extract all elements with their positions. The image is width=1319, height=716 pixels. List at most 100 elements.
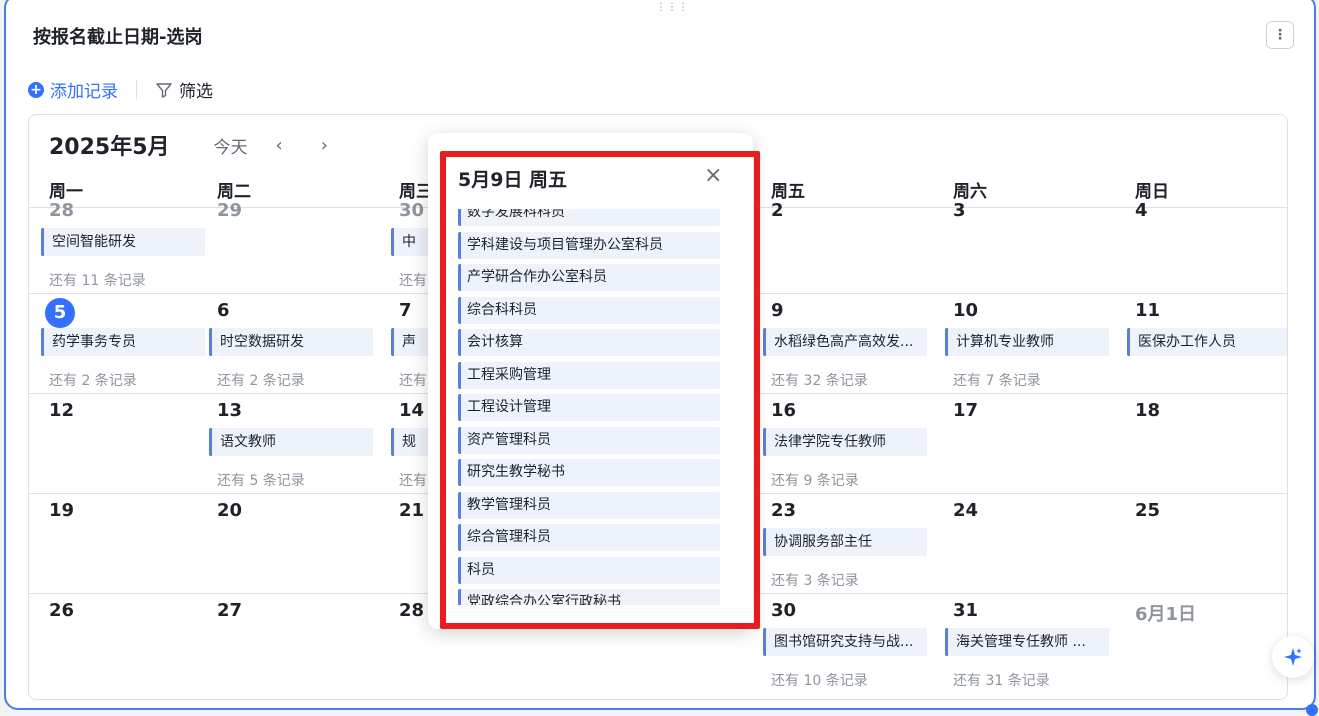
popup-record-item[interactable]: 综合科科员 [458,296,720,324]
day-cell[interactable]: 16 法律学院专任教师还有 9 条记录 [755,394,937,494]
event-chip[interactable]: 法律学院专任教师 [763,428,927,456]
more-records-link[interactable]: 还有 [399,470,427,490]
day-cell[interactable]: 23 协调服务部主任 还有 3 条记录 [755,494,937,594]
day-number: 10 [953,300,979,321]
filter-label: 筛选 [179,82,213,102]
more-records-link[interactable]: 还有 5 条记录 [217,470,305,490]
popup-record-list[interactable]: 数字发展科科员学科建设与项目管理办公室科员 产学研合作办公室科员 综合科科员会计核算… [458,209,724,605]
popup-record-item[interactable]: 教学管理科员 [458,491,720,519]
toolbar-divider [136,79,137,100]
day-cell[interactable]: 5 药学事务专员还有 2 条记录 [33,294,205,394]
event-chip[interactable]: 语文教师 [209,428,373,456]
more-options-button[interactable]: ⋮ [1266,21,1294,49]
day-number: 26 [49,600,75,621]
event-chip[interactable]: 空间智能研发 [41,228,205,256]
day-number: 20 [217,500,243,521]
more-records-link[interactable]: 还有 11 条记录 [49,270,146,290]
day-number: 2 [771,200,784,221]
day-cell[interactable]: 31 海关管理专任教师 ... 还有 31 条记录 [937,594,1119,694]
day-number: 19 [49,500,75,521]
event-chip[interactable]: 计算机专业教师 [945,328,1109,356]
close-icon[interactable]: × [704,163,722,188]
day-number: 5 [45,298,75,328]
day-number: 18 [1135,400,1161,421]
more-records-link[interactable]: 还有 2 条记录 [49,370,137,390]
ai-assistant-button[interactable] [1272,636,1314,678]
event-chip[interactable]: 海关管理专任教师 ... [945,628,1109,656]
event-chip[interactable]: 时空数据研发 [209,328,373,356]
plus-circle-icon: + [28,81,44,98]
day-number: 30 [771,600,797,621]
day-number: 6月1日 [1135,604,1197,625]
popup-record-item[interactable]: 工程设计管理 [458,394,720,421]
day-cell[interactable]: 25 [1119,494,1287,594]
more-records-link[interactable]: 还有 10 条记录 [771,670,868,690]
day-cell[interactable]: 6 时空数据研发 还有 2 条记录 [201,294,383,394]
day-cell[interactable]: 27 [201,594,383,694]
month-title: 2025年5月 [49,135,170,160]
day-number: 16 [771,400,797,421]
more-vertical-icon: ⋮ [1273,27,1287,43]
event-chip[interactable]: 图书馆研究支持与战... [763,628,927,656]
more-records-link[interactable]: 还有 32 条记录 [771,370,868,390]
day-number: 3 [953,200,966,221]
weekday-label: 周五 [771,182,805,202]
popup-record-item[interactable]: 党政综合办公室行政秘书 [458,589,720,605]
day-cell[interactable]: 13 语文教师 还有 5 条记录 [201,394,383,494]
day-cell[interactable]: 19 [33,494,201,594]
day-cell[interactable]: 30 图书馆研究支持与战... 还有 10 条记录 [755,594,937,694]
event-chip[interactable]: 水稻绿色高产高效发... [763,328,927,356]
resize-handle[interactable] [1306,704,1318,716]
day-number: 25 [1135,500,1161,521]
more-records-link[interactable]: 还有 31 条记录 [953,670,1050,690]
day-cell[interactable]: 12 [33,394,201,494]
day-cell[interactable]: 24 [937,494,1119,594]
day-cell[interactable]: 11 医保办工作人员 [1119,294,1287,394]
more-records-link[interactable]: 还有 [399,370,427,390]
calendar-header: 2025年5月 今天 ‹ › [49,129,328,161]
day-cell[interactable]: 10 计算机专业教师还有 7 条记录 [937,294,1119,394]
prev-month-icon[interactable]: ‹ [276,135,283,156]
day-cell[interactable]: 17 [937,394,1119,494]
day-number: 30 [399,200,425,221]
sparkle-icon [1284,648,1302,666]
day-number: 4 [1135,200,1148,221]
event-chip[interactable]: 协调服务部主任 [763,528,927,556]
event-chip[interactable]: 药学事务专员 [41,328,205,356]
more-records-link[interactable]: 还有 2 条记录 [217,370,305,390]
more-records-link[interactable]: 还有 7 条记录 [953,370,1041,390]
day-cell[interactable]: 6月1日 [1119,594,1287,694]
more-records-link[interactable]: 还有 9 条记录 [771,470,859,490]
weekday-label: 周六 [953,182,987,202]
day-number: 21 [399,500,425,521]
add-record-label: 添加记录 [50,82,118,102]
event-chip[interactable]: 医保办工作人员 [1127,328,1287,356]
day-cell[interactable]: 20 [201,494,383,594]
popup-record-item[interactable]: 综合管理科员 [458,524,720,551]
day-cell[interactable]: 9 水稻绿色高产高效发... 还有 32 条记录 [755,294,937,394]
day-number: 12 [49,400,75,421]
day-number: 27 [217,600,243,621]
day-number: 14 [399,400,425,421]
popup-record-item[interactable]: 工程采购管理 [458,361,720,389]
next-month-icon[interactable]: › [321,135,328,156]
add-record-button[interactable]: + 添加记录 [28,77,118,102]
toolbar: + 添加记录 筛选 [28,77,213,102]
popup-record-item[interactable]: 产学研合作办公室科员 [458,264,720,291]
day-number: 31 [953,600,979,621]
day-cell[interactable]: 26 [33,594,201,694]
popup-record-item[interactable]: 科员 [458,556,720,584]
filter-button[interactable]: 筛选 [155,77,213,102]
day-records-popup: 5月9日 周五 × 数字发展科科员 学科建设与项目管理办公室科员 产学研合作办公室科… [428,133,753,629]
popup-record-item[interactable]: 资产管理科员 [458,426,720,454]
popup-record-item[interactable]: 研究生教学秘书 [458,459,720,486]
popup-record-item[interactable]: 数字发展科科员 [458,209,720,226]
popup-record-item[interactable]: 学科建设与项目管理办公室科员 [458,231,720,259]
more-records-link[interactable]: 还有 [399,270,427,290]
day-cell[interactable]: 18 [1119,394,1287,494]
popup-record-item[interactable]: 会计核算 [458,329,720,356]
drag-handle-icon[interactable]: ⋮⋮⋮ [656,3,689,13]
more-records-link[interactable]: 还有 3 条记录 [771,570,859,590]
weekday-label: 周一 [49,182,83,202]
today-button[interactable]: 今天 [214,133,248,158]
